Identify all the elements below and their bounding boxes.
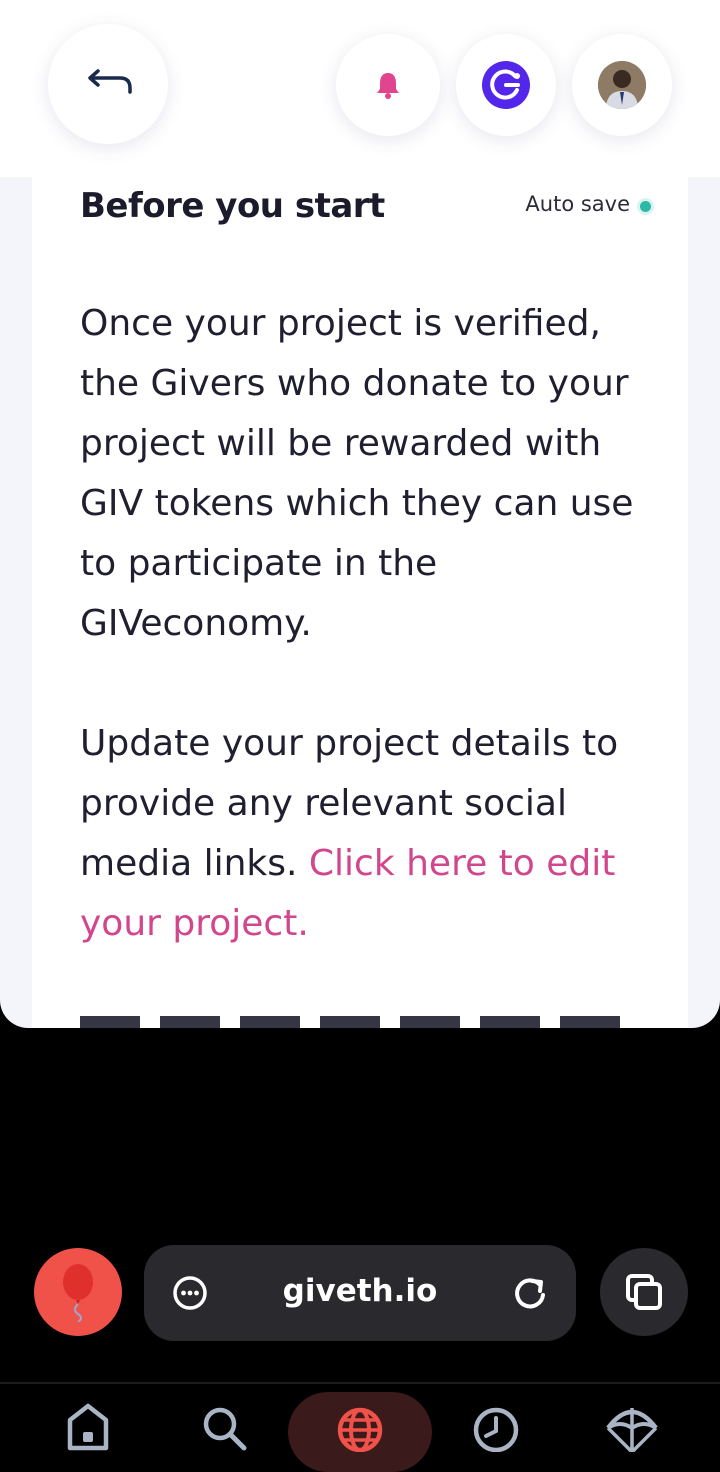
paragraph-update: Update your project details to provide a…: [80, 714, 640, 954]
nav-browser[interactable]: [328, 1398, 392, 1452]
tabs-icon: [626, 1274, 662, 1310]
notifications-button[interactable]: [336, 34, 440, 136]
back-arrow-icon: [88, 69, 132, 94]
reload-icon[interactable]: [510, 1273, 550, 1313]
nav-history[interactable]: [464, 1398, 528, 1452]
back-button[interactable]: [48, 24, 168, 144]
giv-token-icon: [482, 61, 530, 109]
autosave-status-icon: [640, 201, 651, 212]
home-icon: [67, 1403, 109, 1451]
web-page: Before you start Auto save Once your pro…: [0, 0, 720, 1028]
search-icon: [203, 1407, 247, 1451]
parachute-icon: [606, 1408, 658, 1452]
balloon-icon: [63, 1264, 93, 1322]
paragraph-verified: Once your project is verified, the Giver…: [80, 303, 634, 644]
top-header: [0, 0, 720, 177]
tabs-button[interactable]: [600, 1248, 688, 1336]
page-title: Before you start: [80, 186, 385, 226]
balloon-button[interactable]: [34, 1248, 122, 1336]
profile-button[interactable]: [572, 34, 672, 136]
clipped-text-line: [80, 1016, 640, 1028]
bottom-divider: [0, 1382, 720, 1384]
avatar: [598, 61, 646, 109]
bell-icon: [377, 73, 399, 99]
nav-search[interactable]: [192, 1398, 256, 1452]
nav-home[interactable]: [56, 1398, 120, 1452]
history-icon: [473, 1407, 519, 1452]
nav-airdrop[interactable]: [600, 1398, 664, 1452]
address-bar[interactable]: giveth.io: [144, 1245, 576, 1341]
giv-token-button[interactable]: [456, 34, 556, 136]
globe-icon: [337, 1407, 383, 1452]
autosave-label: Auto save: [525, 192, 630, 216]
card-body: Once your project is verified, the Giver…: [80, 294, 640, 1014]
